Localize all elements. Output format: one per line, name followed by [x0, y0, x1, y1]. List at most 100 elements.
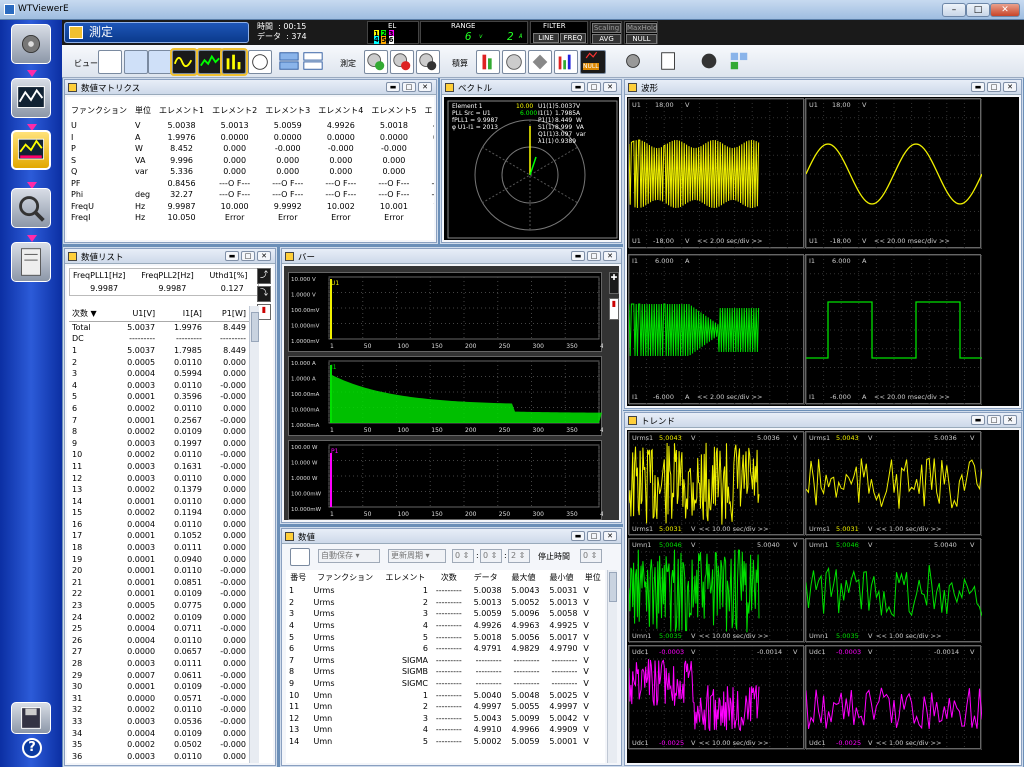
list-tool-icon[interactable]: ⤵ — [257, 286, 271, 302]
pll-value: 9.9987 — [158, 284, 187, 293]
null-button[interactable]: NULL — [580, 50, 606, 74]
mode-indicator[interactable]: 測定 — [64, 22, 249, 43]
numeric-cell: V — [583, 713, 589, 723]
integ-start-icon[interactable] — [476, 50, 500, 74]
waveform-panel[interactable]: U1 18.00 V U1 -18.00 V << 20.00 msec/div >> — [805, 98, 982, 249]
trend-view-icon[interactable] — [196, 48, 224, 76]
integ-reset-icon[interactable] — [528, 50, 552, 74]
list-scrollbar[interactable] — [249, 306, 259, 763]
analysis-mode-button[interactable] — [11, 188, 51, 228]
trend-panel[interactable]: Umn1 5.0046 V 5.0040 V Umn1 5.0035 V << 1.00 sec… — [805, 538, 982, 643]
window-minimize-button[interactable]: ▬ — [386, 82, 400, 92]
window-close-button[interactable]: ✕ — [603, 531, 617, 541]
bar-view-icon[interactable] — [220, 48, 248, 76]
window-close-button[interactable]: ✕ — [1003, 415, 1017, 425]
window-maximize-button[interactable]: □ — [402, 82, 416, 92]
window-maximize-button[interactable]: □ — [987, 82, 1001, 92]
vector-view-icon[interactable] — [248, 50, 272, 74]
list-view-icon[interactable] — [148, 50, 172, 74]
single-measure-icon[interactable] — [416, 50, 440, 74]
time-h-spinner[interactable]: 0 ⇕ — [452, 549, 474, 563]
stop-time-spinner[interactable]: 0 ⇕ — [580, 549, 602, 563]
bar-graph[interactable]: 15010015020025030035040010.000 A1.0000 A… — [288, 356, 603, 436]
window-minimize-button[interactable]: ▬ — [971, 82, 985, 92]
bar-tick-label: 100 — [398, 343, 410, 350]
waveform-panel[interactable]: U1 18.00 V U1 -18.00 V << 2.00 sec/div >> — [628, 98, 805, 249]
window-minimize-button[interactable]: ▬ — [225, 251, 239, 261]
numeric-view-icon[interactable] — [98, 50, 122, 74]
list-tool-icon[interactable]: ⤴ — [257, 268, 271, 284]
close-button[interactable]: ✕ — [990, 3, 1020, 17]
bar-tool-icon[interactable]: ▮ — [609, 298, 619, 320]
window-maximize-button[interactable]: □ — [587, 251, 601, 261]
window-close-button[interactable]: ✕ — [1003, 82, 1017, 92]
trend-name: Urms1 — [809, 434, 831, 442]
window-close-button[interactable]: ✕ — [603, 82, 617, 92]
window-minimize-button[interactable]: ▬ — [571, 531, 585, 541]
bar-graph[interactable]: 150100150200250300350400100.00 W10.000 W… — [288, 440, 603, 520]
connection-icon[interactable] — [698, 50, 722, 74]
window-close-button[interactable]: ✕ — [603, 251, 617, 261]
harm-cell: 0.000 — [223, 403, 246, 413]
tile-horizontal-icon[interactable] — [278, 50, 302, 74]
matrix-row: P W 8.452 0.000 -0.000 -0.000 -0.000 -0.000 — [67, 143, 434, 155]
bar-scale-label: 1.0000 W — [291, 476, 318, 482]
hardware-settings-icon[interactable] — [622, 50, 646, 74]
numeric-settings-icon[interactable] — [290, 548, 310, 566]
start-measure-icon[interactable] — [364, 50, 388, 74]
window-maximize-button[interactable]: □ — [241, 251, 255, 261]
trend-panel[interactable]: Udc1 -0.0003 V -0.0014 V Udc1 -0.0025 V << 10.00… — [628, 645, 805, 750]
connect-mode-button[interactable] — [11, 24, 51, 64]
trace-name: U1 — [632, 237, 641, 245]
report-mode-button[interactable] — [11, 242, 51, 282]
data-value: : 374 — [286, 32, 307, 41]
update-select[interactable]: 更新周期 ▾ — [388, 549, 446, 563]
waveform-view-icon[interactable] — [170, 48, 198, 76]
list-tool-icon[interactable]: ▮ — [257, 304, 271, 320]
minimize-button[interactable]: – — [942, 3, 966, 17]
numeric-cell: V — [583, 632, 589, 642]
numeric-scrollbar[interactable] — [607, 570, 617, 763]
stop-measure-icon[interactable] — [390, 50, 414, 74]
file-settings-icon[interactable] — [658, 50, 682, 74]
scroll-thumb[interactable] — [251, 312, 259, 342]
numeric-row: 3 Urms 3 --------- 5.0059 5.0096 5.0058 V — [286, 608, 605, 620]
tile-vertical-icon[interactable] — [302, 50, 326, 74]
window-minimize-button[interactable]: ▬ — [971, 415, 985, 425]
harm-column-header[interactable]: 次数 ▼ — [69, 306, 112, 322]
integ-hold-icon[interactable] — [554, 50, 578, 74]
window-maximize-button[interactable]: □ — [987, 415, 1001, 425]
scroll-thumb[interactable] — [609, 572, 617, 602]
trend-panel[interactable]: Udc1 -0.0003 V -0.0014 V Udc1 -0.0025 V << 1.00 … — [805, 645, 982, 750]
trend-panel[interactable]: Urms1 5.0043 V 5.0036 V Urms1 5.0031 V << 1.00 s… — [805, 431, 982, 536]
help-icon[interactable]: ? — [22, 738, 42, 758]
save-icon[interactable] — [11, 702, 51, 734]
maximize-button[interactable]: □ — [966, 3, 990, 17]
measure-mode-button[interactable] — [11, 130, 51, 170]
bar-tool-icon[interactable]: ✚ — [609, 272, 619, 294]
trend-panel[interactable]: Umn1 5.0046 V 5.0040 V Umn1 5.0035 V << 10.00 se… — [628, 538, 805, 643]
time-s-spinner[interactable]: 2 ⇕ — [508, 549, 530, 563]
trend-panel[interactable]: Urms1 5.0043 V 5.0036 V Urms1 5.0031 V << 10.00 … — [628, 431, 805, 536]
numeric-cell: 4.9926 — [473, 621, 502, 631]
window-maximize-button[interactable]: □ — [587, 82, 601, 92]
window-close-button[interactable]: ✕ — [257, 251, 271, 261]
waveform-panel[interactable]: I1 6.000 A I1 -6.000 A << 20.00 msec/div >> — [805, 254, 982, 405]
autosave-select[interactable]: 自動保存 ▾ — [318, 549, 380, 563]
waveform-panel[interactable]: I1 6.000 A I1 -6.000 A << 2.00 sec/div >> — [628, 254, 805, 405]
matrix-view-icon[interactable] — [124, 50, 148, 74]
layout-settings-icon[interactable] — [728, 50, 752, 74]
bar-graph[interactable]: 15010015020025030035040010.000 V1.0000 V… — [288, 272, 603, 352]
vector-body: Element 1 PLL Src = U1 fPLL1 = 9.9987 φ … — [444, 97, 619, 240]
trend-window: トレンド ▬ □ ✕ Urms1 5.0043 V 5.0036 V Urms1 5.0031 V… — [624, 412, 1022, 766]
time-m-spinner[interactable]: 0 ⇕ — [480, 549, 502, 563]
window-minimize-button[interactable]: ▬ — [571, 82, 585, 92]
numeric-row: 6 Urms 6 --------- 4.9791 4.9829 4.9790 V — [286, 643, 605, 655]
window-minimize-button[interactable]: ▬ — [571, 251, 585, 261]
integ-stop-icon[interactable] — [502, 50, 526, 74]
harm-cell: 0.0003 — [127, 716, 156, 726]
settings-mode-button[interactable] — [11, 78, 51, 118]
window-close-button[interactable]: ✕ — [418, 82, 432, 92]
window-maximize-button[interactable]: □ — [587, 531, 601, 541]
harm-row: 22 0.0001 0.0109 -0.000 — [69, 588, 249, 600]
